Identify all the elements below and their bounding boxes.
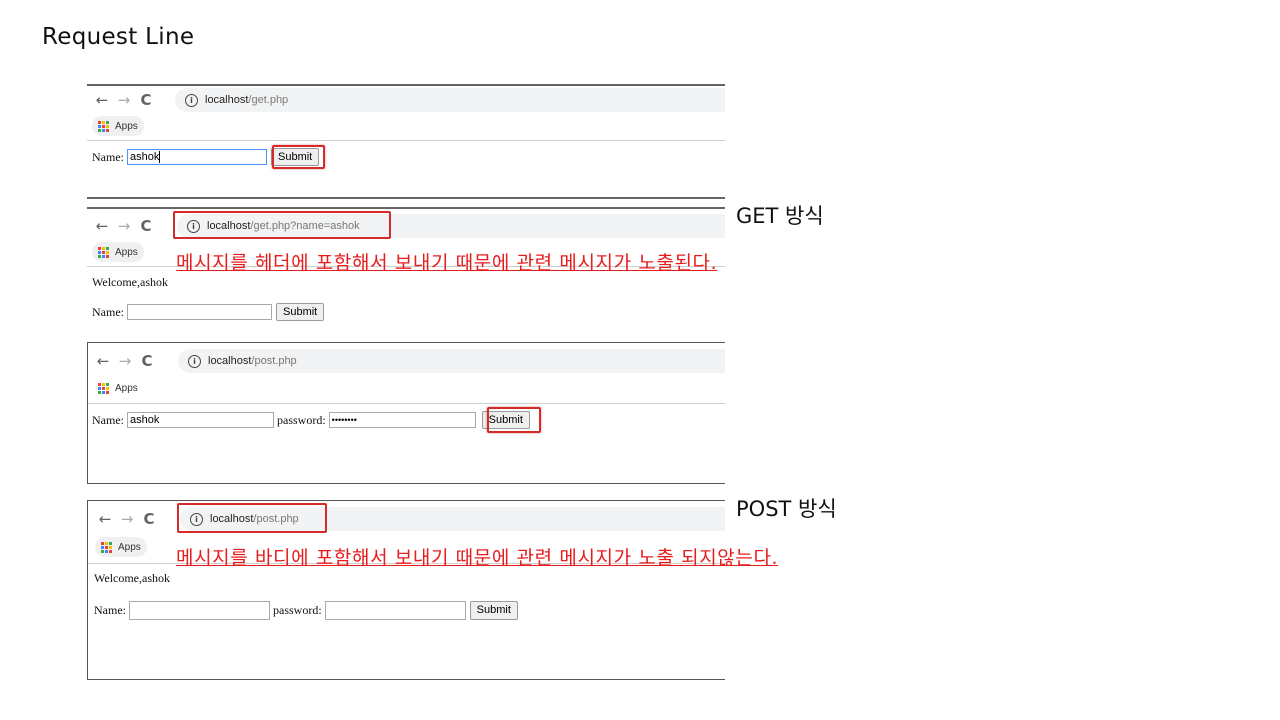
apps-shortcut[interactable]: Apps [92,378,144,398]
welcome-text: Welcome,ashok [92,275,169,289]
arrow-left-icon[interactable]: ← [92,350,114,372]
submit-highlight-box [487,407,541,433]
url-host: localhost [208,355,252,367]
name-input[interactable] [127,304,272,320]
apps-shortcut[interactable]: Apps [92,242,144,262]
apps-grid-icon [98,382,109,394]
slide-title: Request Line [42,24,195,50]
apps-label: Apps [115,120,138,132]
name-label: Name: [94,603,126,617]
apps-shortcut[interactable]: Apps [92,116,144,136]
frame-top-line [87,207,725,209]
get-method-label: GET 방식 [736,204,824,228]
browser-shot-post-form: ← → C i localhost/post.php Apps Name: as… [87,342,725,484]
apps-shortcut[interactable]: Apps [95,537,147,557]
arrow-right-icon[interactable]: → [113,89,135,111]
url-path: /get.php [248,94,289,106]
name-input[interactable]: ashok [127,412,274,428]
post-form: Name: ashok password: •••••••• Submit [92,411,530,429]
arrow-right-icon[interactable]: → [114,350,136,372]
password-input[interactable]: •••••••• [328,412,476,428]
reload-icon[interactable]: C [138,508,160,530]
submit-button[interactable]: Submit [469,601,518,620]
url-host: localhost [205,94,249,106]
apps-grid-icon [101,541,112,553]
name-label: Name: [92,149,124,164]
password-input[interactable] [324,601,466,620]
password-label: password: [273,603,322,617]
arrow-left-icon[interactable]: ← [91,89,113,111]
welcome-text: Welcome,ashok [94,571,171,585]
get-form: Name: Submit [92,303,325,321]
apps-label: Apps [115,246,138,258]
apps-label: Apps [115,382,138,394]
reload-icon[interactable]: C [135,215,157,237]
apps-label: Apps [118,541,141,553]
arrow-left-icon[interactable]: ← [91,215,113,237]
browser-shot-get-form: ← → C i localhost/get.php Apps Name: ash… [87,84,725,200]
arrow-right-icon[interactable]: → [113,215,135,237]
address-bar[interactable]: i localhost/get.php [175,88,725,112]
post-method-label: POST 방식 [736,497,837,521]
apps-grid-icon [98,246,109,258]
info-icon[interactable]: i [185,93,198,107]
toolbar-divider [88,403,725,404]
reload-icon[interactable]: C [136,350,158,372]
get-method-note: 메시지를 헤더에 포함해서 보내기 때문에 관련 메시지가 노출된다. [176,252,718,274]
address-bar[interactable]: i localhost/post.php [178,349,725,373]
arrow-right-icon[interactable]: → [116,508,138,530]
post-form: Name: password: Submit [94,601,518,620]
name-input[interactable]: ashok [127,149,267,165]
frame-top-line [87,84,725,86]
submit-button[interactable]: Submit [276,303,325,321]
apps-grid-icon [98,120,109,132]
name-input[interactable] [129,601,270,620]
frame-bottom-line [87,197,725,199]
toolbar-divider [87,140,725,141]
submit-highlight-box [272,145,325,169]
arrow-left-icon[interactable]: ← [94,508,116,530]
post-method-note: 메시지를 바디에 포함해서 보내기 때문에 관련 메시지가 노출 되지않는다. [176,547,779,569]
text-caret [159,151,161,164]
name-label: Name: [92,412,124,427]
reload-icon[interactable]: C [135,89,157,111]
url-highlight-box [173,211,391,239]
name-label: Name: [92,304,124,319]
browser-shot-post-result: ← → C i localhost/post.php Apps Welcome,… [87,500,725,680]
url-path: /post.php [251,355,297,367]
info-icon[interactable]: i [188,354,201,368]
password-label: password: [277,412,326,427]
url-highlight-box [177,503,327,533]
